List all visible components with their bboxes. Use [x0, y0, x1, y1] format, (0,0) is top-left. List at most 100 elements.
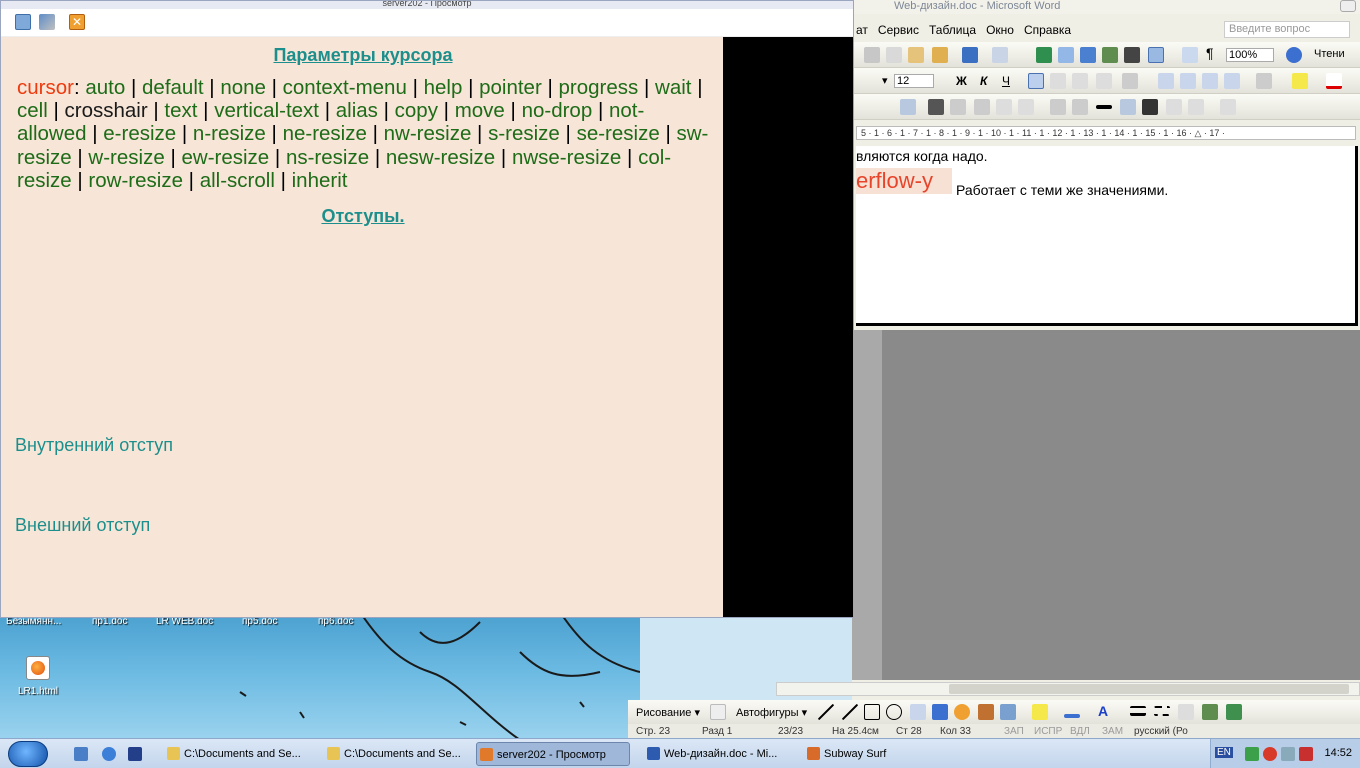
- insert-picture-icon[interactable]: [900, 99, 916, 115]
- 3d-icon[interactable]: [1226, 704, 1242, 720]
- drawing-menu[interactable]: Рисование ▾: [636, 706, 700, 719]
- ie-icon[interactable]: [102, 747, 116, 761]
- less-brightness-icon[interactable]: [1018, 99, 1034, 115]
- decrease-indent-icon[interactable]: [1202, 73, 1218, 89]
- borders-icon[interactable]: [1256, 73, 1272, 89]
- refresh-icon[interactable]: [15, 14, 31, 30]
- fill-color-icon[interactable]: [1032, 704, 1048, 720]
- italic-button[interactable]: К: [980, 74, 987, 88]
- rotate-icon[interactable]: [1072, 99, 1088, 115]
- align-right-icon[interactable]: [1072, 73, 1088, 89]
- language-indicator[interactable]: EN: [1215, 747, 1233, 758]
- menu-format[interactable]: ат: [856, 20, 868, 40]
- menu-table[interactable]: Таблица: [929, 20, 976, 40]
- close-icon[interactable]: [1340, 0, 1356, 12]
- paste-icon[interactable]: [908, 47, 924, 63]
- task-word[interactable]: Web-дизайн.doc - Mi...: [644, 742, 794, 766]
- show-formatting-icon[interactable]: ¶: [1206, 45, 1214, 61]
- status-rec[interactable]: ЗАП: [1004, 726, 1024, 737]
- align-center-icon[interactable]: [1050, 73, 1066, 89]
- menu-window[interactable]: Окно: [986, 20, 1014, 40]
- picture-icon[interactable]: [1000, 704, 1016, 720]
- word-document-page[interactable]: вляются когда надо. erflow-y Работает с …: [856, 146, 1358, 326]
- reset-picture-icon[interactable]: [1220, 99, 1236, 115]
- diagram-icon[interactable]: [954, 704, 970, 720]
- autoshapes-menu[interactable]: Автофигуры ▾: [736, 706, 807, 719]
- rectangle-icon[interactable]: [864, 704, 880, 720]
- task-folder-1[interactable]: C:\Documents and Se...: [164, 742, 324, 766]
- format-painter-icon[interactable]: [932, 47, 948, 63]
- justify-icon[interactable]: [1096, 73, 1112, 89]
- inner-padding-text[interactable]: Внутренний отступ: [15, 435, 173, 456]
- numbered-list-icon[interactable]: [1158, 73, 1174, 89]
- textbox-icon[interactable]: [910, 704, 926, 720]
- line-icon[interactable]: [818, 704, 834, 720]
- redo-icon[interactable]: [992, 47, 1008, 63]
- bold-button[interactable]: Ж: [956, 74, 967, 88]
- insert-excel-icon[interactable]: [1102, 47, 1118, 63]
- font-color-icon[interactable]: [1326, 73, 1342, 89]
- drawing-toggle-icon[interactable]: [1148, 47, 1164, 63]
- select-objects-icon[interactable]: [710, 704, 726, 720]
- tools-icon[interactable]: [39, 14, 55, 30]
- font-size-select[interactable]: 12: [894, 74, 935, 88]
- horizontal-ruler[interactable]: 5 · 1 · 6 · 1 · 7 · 1 · 8 · 1 · 9 · 1 · …: [856, 126, 1356, 140]
- highlight-icon[interactable]: [1292, 73, 1308, 89]
- set-transparent-icon[interactable]: [1188, 99, 1204, 115]
- tray-antivirus-icon[interactable]: [1263, 747, 1277, 761]
- status-extend[interactable]: ВДЛ: [1070, 726, 1090, 737]
- task-game[interactable]: Subway Surf: [804, 742, 924, 766]
- dash-style-icon[interactable]: [1154, 706, 1170, 716]
- clipart-icon[interactable]: [978, 704, 994, 720]
- color-icon[interactable]: [928, 99, 944, 115]
- oval-icon[interactable]: [886, 704, 902, 720]
- help-icon[interactable]: [1286, 47, 1302, 63]
- reading-mode-button[interactable]: Чтени: [1314, 48, 1345, 60]
- arrow-style-icon[interactable]: [1178, 704, 1194, 720]
- less-contrast-icon[interactable]: [974, 99, 990, 115]
- bullet-list-icon[interactable]: [1180, 73, 1196, 89]
- more-contrast-icon[interactable]: [950, 99, 966, 115]
- line-spacing-icon[interactable]: [1122, 73, 1138, 89]
- outer-margin-text[interactable]: Внешний отступ: [15, 515, 150, 536]
- align-left-icon[interactable]: [1028, 73, 1044, 89]
- arrow-icon[interactable]: [842, 704, 858, 720]
- text-wrapping-icon[interactable]: [1142, 99, 1158, 115]
- font-color-draw-icon[interactable]: A: [1098, 703, 1108, 719]
- insert-table-icon[interactable]: [1080, 47, 1096, 63]
- line-style-draw-icon[interactable]: [1130, 706, 1146, 716]
- media-icon[interactable]: [128, 747, 142, 761]
- more-brightness-icon[interactable]: [996, 99, 1012, 115]
- line-style-icon[interactable]: [1096, 105, 1112, 109]
- shadow-icon[interactable]: [1202, 704, 1218, 720]
- scrollbar-thumb[interactable]: [949, 684, 1349, 694]
- status-track[interactable]: ИСПР: [1034, 726, 1062, 737]
- close-view-icon[interactable]: ✕: [69, 14, 85, 30]
- tray-network-icon[interactable]: [1245, 747, 1259, 761]
- hyperlink-icon[interactable]: [1036, 47, 1052, 63]
- help-search-input[interactable]: Введите вопрос: [1224, 21, 1350, 38]
- tray-security-icon[interactable]: [1299, 747, 1313, 761]
- undo-icon[interactable]: [962, 47, 978, 63]
- start-button[interactable]: [8, 741, 48, 767]
- show-desktop-icon[interactable]: [74, 747, 88, 761]
- zoom-select[interactable]: 100%: [1226, 48, 1275, 62]
- cut-icon[interactable]: [864, 47, 880, 63]
- font-name-dropdown-icon[interactable]: ▾: [882, 74, 888, 87]
- menu-help[interactable]: Справка: [1024, 20, 1071, 40]
- status-overtype[interactable]: ЗАМ: [1102, 726, 1123, 737]
- tables-borders-icon[interactable]: [1058, 47, 1074, 63]
- columns-icon[interactable]: [1124, 47, 1140, 63]
- compress-icon[interactable]: [1120, 99, 1136, 115]
- horizontal-scrollbar[interactable]: [776, 682, 1360, 696]
- viewer-titlebar[interactable]: server202 - Просмотр: [1, 1, 853, 9]
- format-picture-icon[interactable]: [1166, 99, 1182, 115]
- line-color-icon[interactable]: [1064, 714, 1080, 718]
- task-viewer[interactable]: server202 - Просмотр: [476, 742, 630, 766]
- underline-button[interactable]: Ч: [1002, 74, 1010, 88]
- copy-icon[interactable]: [886, 47, 902, 63]
- increase-indent-icon[interactable]: [1224, 73, 1240, 89]
- document-map-icon[interactable]: [1182, 47, 1198, 63]
- wordart-icon[interactable]: [932, 704, 948, 720]
- tray-volume-icon[interactable]: [1281, 747, 1295, 761]
